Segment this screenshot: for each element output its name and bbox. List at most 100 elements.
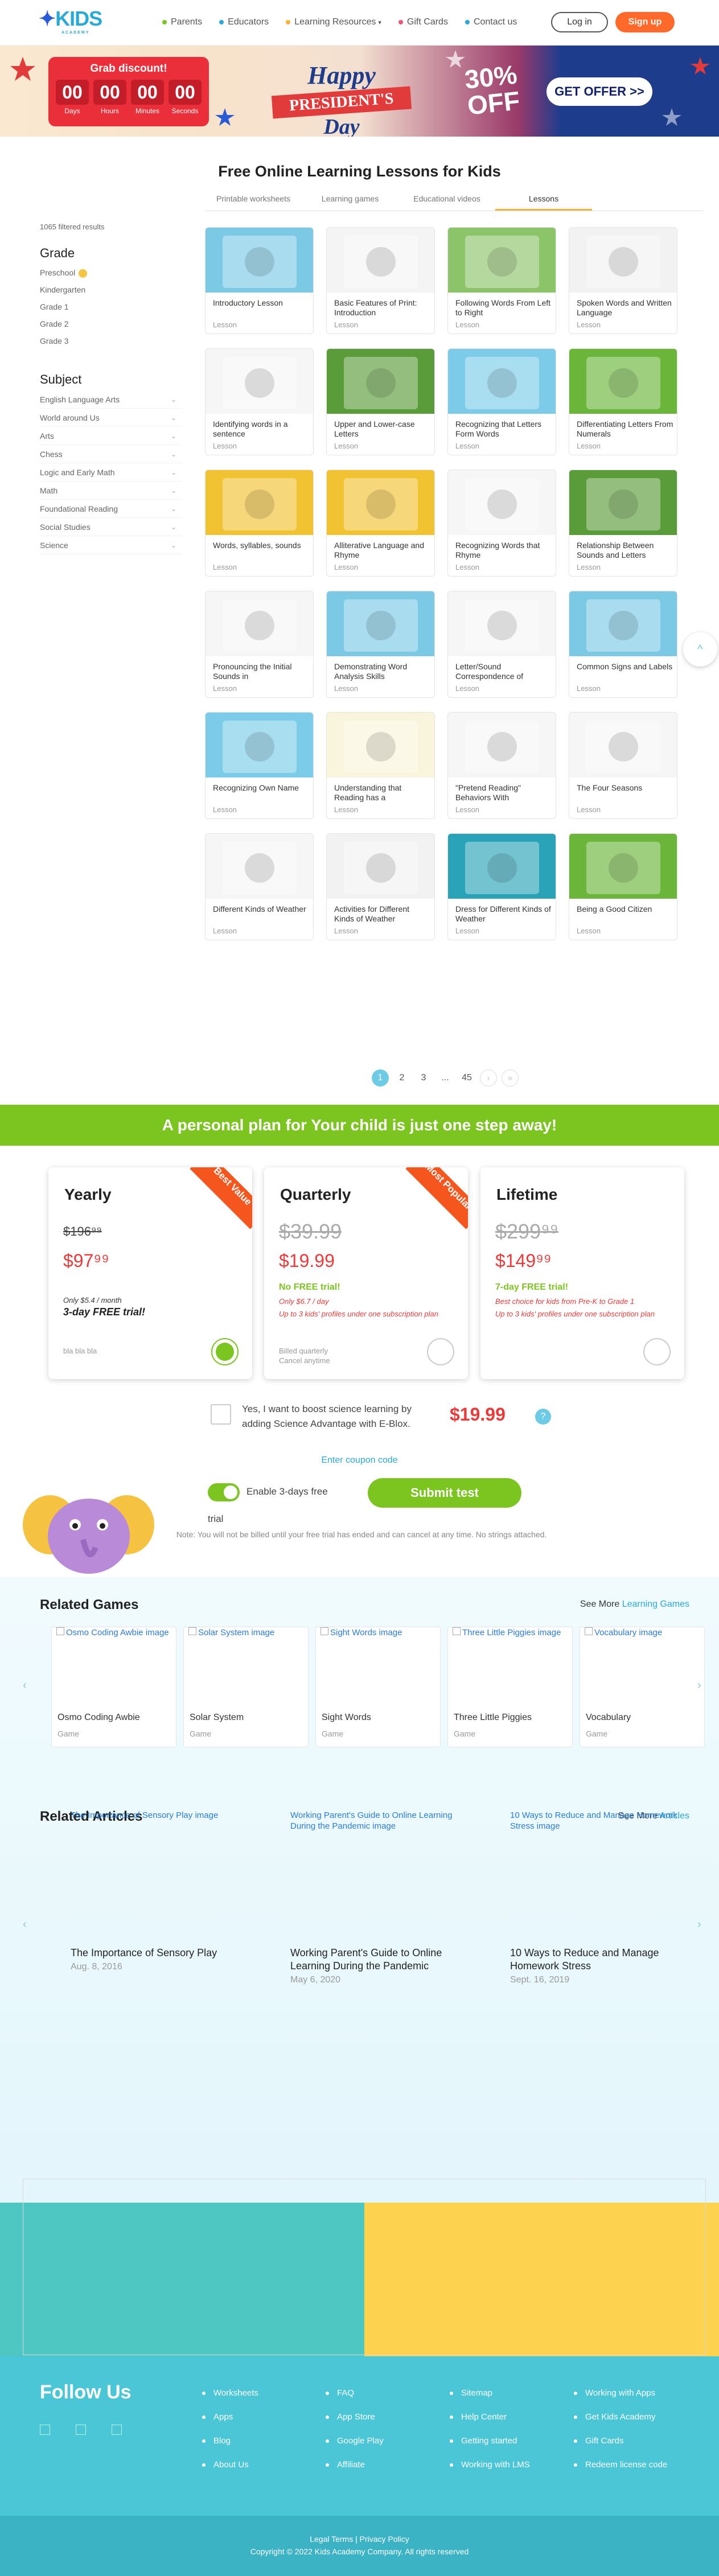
promo-banner[interactable]: Grab discount! 00 Days 00 Hours 00 Minutes 00 S… [0,46,719,137]
see-more-games-link[interactable]: See More Learning Games [580,1599,689,1610]
footer-link[interactable]: Redeem license code [574,2453,667,2477]
facebook-icon[interactable] [40,2425,50,2435]
article-card[interactable]: 10 Ways to Reduce and Manage Homework St… [510,1810,698,1985]
footer-link[interactable]: Affiliate [326,2453,384,2477]
footer-link[interactable]: Apps [202,2405,258,2429]
instagram-icon[interactable] [112,2425,122,2435]
twitter-icon[interactable] [76,2425,86,2435]
grade-filter-grade-1[interactable]: Grade 1 [40,298,182,315]
article-card[interactable]: The Importance of Sensory Play image The … [71,1810,258,1972]
lesson-card[interactable]: "Pretend Reading" Behaviors With Lesson [447,712,556,819]
subject-filter-chess[interactable]: Chess ⌄ [40,445,182,463]
lesson-card[interactable]: Being a Good Citizen Lesson [569,833,677,940]
lesson-card[interactable]: Spoken Words and Written Language Lesson [569,227,677,334]
plan-quarterly[interactable]: Quarterly $39.99 $19.99 Most Popular No FREE… [264,1167,468,1379]
subject-filter-math[interactable]: Math ⌄ [40,482,182,500]
footer-link[interactable]: Getting started [450,2429,530,2453]
nav-parents[interactable]: Parents [162,17,202,27]
toggle-switch[interactable] [208,1483,240,1501]
nav-learning-resources[interactable]: Learning Resources ▾ [286,17,381,27]
games-prev-arrow-icon[interactable]: ‹ [23,1679,27,1692]
next-page-icon[interactable]: › [480,1069,497,1087]
tab-lessons[interactable]: Lessons [495,194,592,211]
article-card[interactable]: Working Parent's Guide to Online Learnin… [290,1810,478,1985]
lesson-card[interactable]: Activities for Different Kinds of Weathe… [326,833,435,940]
footer-link[interactable]: Help Center [450,2405,530,2429]
plan-radio[interactable] [427,1338,454,1365]
submit-button[interactable]: Submit test [368,1478,521,1508]
footer-link[interactable]: Get Kids Academy [574,2405,667,2429]
nav-gift-cards[interactable]: Gift Cards [398,17,448,27]
signup-button[interactable]: Sign up [615,12,675,32]
lesson-card[interactable]: The Four Seasons Lesson [569,712,677,819]
scroll-up-button[interactable]: ^ [683,632,717,666]
plan-radio[interactable] [211,1338,239,1365]
subject-filter-social-studies[interactable]: Social Studies ⌄ [40,518,182,536]
game-card[interactable]: Solar System image Solar System Game [183,1627,309,1747]
grade-filter-preschool[interactable]: Preschool [40,264,182,281]
coupon-link[interactable]: Enter coupon code [0,1455,719,1466]
footer-link[interactable]: Google Play [326,2429,384,2453]
footer-link[interactable]: About Us [202,2453,258,2477]
footer-link[interactable]: Sitemap [450,2381,530,2405]
lesson-card[interactable]: Words, syllables, sounds Lesson [205,470,314,577]
lesson-card[interactable]: Upper and Lower-case Letters Lesson [326,348,435,455]
subject-filter-arts[interactable]: Arts ⌄ [40,427,182,445]
lesson-card[interactable]: Recognizing Own Name Lesson [205,712,314,819]
tab-educational-videos[interactable]: Educational videos [398,194,495,211]
nav-contact-us[interactable]: Contact us [465,17,517,27]
login-button[interactable]: Log in [551,12,608,32]
game-card[interactable]: Osmo Coding Awbie image Osmo Coding Awbie… [51,1627,176,1747]
subject-filter-logic-and-early-math[interactable]: Logic and Early Math ⌄ [40,463,182,482]
page-2[interactable]: 2 [393,1069,410,1087]
lesson-card[interactable]: Understanding that Reading has a Lesson [326,712,435,819]
articles-next-arrow-icon[interactable]: › [697,1918,701,1931]
free-trial-toggle[interactable]: Enable 3-days free trial [208,1478,333,1524]
footer-link[interactable]: FAQ [326,2381,384,2405]
game-card[interactable]: Vocabulary image Vocabulary Game [580,1627,705,1747]
footer-link[interactable]: App Store [326,2405,384,2429]
lesson-card[interactable]: Demonstrating Word Analysis Skills Lesson [326,591,435,698]
footer-link[interactable]: Gift Cards [574,2429,667,2453]
plan-yearly[interactable]: Yearly $196⁹⁹ $97⁹⁹ Best Value Only $5.4 / m… [48,1167,252,1379]
articles-prev-arrow-icon[interactable]: ‹ [23,1918,27,1931]
lesson-card[interactable]: Following Words From Left to Right Lesson [447,227,556,334]
lesson-card[interactable]: Identifying words in a sentence Lesson [205,348,314,455]
page-1[interactable]: 1 [372,1069,389,1087]
footer-link[interactable]: Blog [202,2429,258,2453]
legal-links[interactable]: Legal Terms | Privacy Policy [0,2533,719,2545]
page-3[interactable]: 3 [415,1069,432,1087]
lesson-card[interactable]: Pronouncing the Initial Sounds in Lesson [205,591,314,698]
game-card[interactable]: Three Little Piggies image Three Little P… [447,1627,573,1747]
tab-printable-worksheets[interactable]: Printable worksheets [205,194,302,211]
lesson-card[interactable]: Recognizing that Letters Form Words Lesso… [447,348,556,455]
lesson-card[interactable]: Relationship Between Sounds and Letters L… [569,470,677,577]
plan-radio[interactable] [643,1338,671,1365]
subject-filter-foundational-reading[interactable]: Foundational Reading ⌄ [40,500,182,518]
last-page-icon[interactable]: » [502,1069,519,1087]
get-offer-button[interactable]: GET OFFER >> [547,77,652,106]
lesson-card[interactable]: Letter/Sound Correspondence of Lesson [447,591,556,698]
subject-filter-english-language-arts[interactable]: English Language Arts ⌄ [40,390,182,409]
footer-link[interactable]: Working with LMS [450,2453,530,2477]
grade-filter-grade-2[interactable]: Grade 2 [40,315,182,332]
lesson-card[interactable]: Introductory Lesson Lesson [205,227,314,334]
nav-educators[interactable]: Educators [219,17,269,27]
science-addon-checkbox[interactable] [211,1404,231,1425]
help-icon[interactable]: ? [535,1409,551,1425]
lesson-card[interactable]: Differentiating Letters From Numerals Les… [569,348,677,455]
page-45[interactable]: 45 [458,1069,475,1087]
footer-link[interactable]: Working with Apps [574,2381,667,2405]
plan-lifetime[interactable]: Lifetime $299⁹⁹ $149⁹⁹ 7-day FREE trial! Bes… [480,1167,684,1379]
subject-filter-science[interactable]: Science ⌄ [40,536,182,554]
lesson-card[interactable]: Common Signs and Labels Lesson [569,591,677,698]
lesson-card[interactable]: Recognizing Words that Rhyme Lesson [447,470,556,577]
footer-link[interactable]: Worksheets [202,2381,258,2405]
lesson-card[interactable]: Alliterative Language and Rhyme Lesson [326,470,435,577]
lesson-card[interactable]: Basic Features of Print: Introduction Les… [326,227,435,334]
games-next-arrow-icon[interactable]: › [697,1679,701,1692]
lesson-card[interactable]: Different Kinds of Weather Lesson [205,833,314,940]
kids-academy-logo[interactable]: ✦KIDS ACADEMY [39,7,102,35]
tab-learning-games[interactable]: Learning games [302,194,398,211]
lesson-card[interactable]: Dress for Different Kinds of Weather Less… [447,833,556,940]
